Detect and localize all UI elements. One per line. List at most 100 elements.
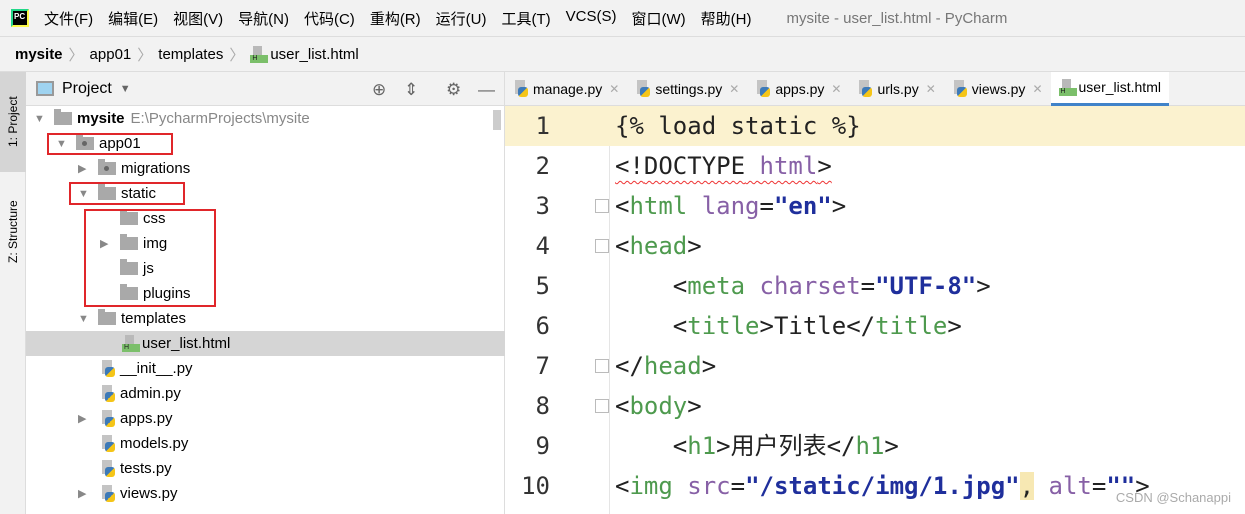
tree-item[interactable]: ▶ migrations: [26, 156, 505, 181]
project-tool-tab-label: 1: Project: [6, 96, 20, 148]
code-line[interactable]: 5 <meta charset="UTF-8">: [505, 266, 1245, 306]
close-icon[interactable]: ✕: [926, 82, 936, 96]
tree-scrollbar[interactable]: [493, 110, 501, 130]
code-line[interactable]: 8 <body>: [505, 386, 1245, 426]
tree-item-content: tests.py: [100, 460, 172, 477]
expanded-arrow-icon[interactable]: ▼: [34, 113, 45, 125]
highlight-box-static-children: [84, 209, 216, 307]
fold-marker-icon[interactable]: [595, 239, 609, 253]
code-line[interactable]: 9 <h1>用户列表</h1>: [505, 426, 1245, 466]
menu-item[interactable]: 代码(C): [304, 8, 355, 29]
editor-tab[interactable]: apps.py ✕: [747, 72, 849, 106]
tree-item-label: __init__.py: [120, 360, 193, 377]
menu-item[interactable]: 帮助(H): [701, 8, 752, 29]
tree-item[interactable]: models.py: [26, 431, 505, 456]
editor-tab-label: settings.py: [655, 80, 723, 97]
expanded-arrow-icon[interactable]: ▼: [78, 313, 89, 325]
pycharm-logo-icon: PC: [11, 9, 29, 27]
code-line[interactable]: 4 <head>: [505, 226, 1245, 266]
menu-item[interactable]: VCS(S): [566, 8, 617, 29]
menu-item[interactable]: 工具(T): [501, 8, 550, 29]
editor-tab[interactable]: user_list.html: [1050, 71, 1169, 106]
menu-item[interactable]: 导航(N): [238, 8, 289, 29]
project-icon: [36, 81, 54, 96]
code-text: <title>Title</title>: [672, 312, 962, 340]
title-bar: PC 文件(F) 编辑(E) 视图(V) 导航(N) 代码(C) 重构(R) 运行(U) 工具…: [0, 0, 1245, 36]
tree-item-content: models.py: [100, 435, 188, 452]
project-tool-tab[interactable]: 1: Project: [0, 72, 26, 172]
tree-item-content: mysite E:\PycharmProjects\mysite: [54, 109, 310, 127]
breadcrumb-app01[interactable]: app01: [90, 46, 132, 63]
locate-icon[interactable]: ⊕: [372, 80, 386, 100]
project-view-selector[interactable]: Project: [62, 80, 112, 98]
menu-bar: 文件(F) 编辑(E) 视图(V) 导航(N) 代码(C) 重构(R) 运行(U) 工具(T)…: [44, 8, 766, 29]
project-panel-header: Project ▼ ⊕ ⇕ ⚙ —: [26, 72, 504, 106]
editor: manage.py ✕ settings.py ✕ apps.py ✕ urls.py ✕ vi…: [505, 71, 1245, 514]
editor-tab-label: urls.py: [877, 80, 919, 97]
editor-tab-label: user_list.html: [1078, 79, 1161, 95]
line-number: 3: [535, 192, 550, 220]
collapsed-arrow-icon[interactable]: ▶: [78, 162, 86, 175]
window-title: mysite - user_list.html - PyCharm: [786, 9, 1008, 27]
minimize-icon[interactable]: —: [478, 80, 495, 100]
code-line[interactable]: 6 <title>Title</title>: [505, 306, 1245, 346]
structure-tool-tab[interactable]: Z: Structure: [0, 182, 26, 282]
close-icon[interactable]: ✕: [831, 82, 841, 96]
menu-item[interactable]: 重构(R): [370, 8, 421, 29]
editor-tab-label: manage.py: [533, 80, 603, 97]
tree-item[interactable]: __init__.py: [26, 356, 505, 381]
tree-item[interactable]: tests.py: [26, 456, 505, 481]
line-number: 10: [521, 472, 550, 500]
fold-marker-icon[interactable]: [595, 199, 609, 213]
fold-marker-icon[interactable]: [595, 399, 609, 413]
tree-item-label: apps.py: [120, 410, 173, 427]
folder-icon: [98, 309, 116, 325]
highlight-box-static: [69, 182, 185, 205]
tree-item[interactable]: user_list.html: [26, 331, 505, 356]
code-line[interactable]: 1 {% load static %}: [505, 106, 1245, 146]
tree-item[interactable]: ▶ views.py: [26, 481, 505, 506]
breadcrumb-templates[interactable]: templates: [158, 46, 223, 63]
close-icon[interactable]: ✕: [1032, 82, 1042, 96]
editor-tab[interactable]: settings.py ✕: [627, 72, 747, 106]
menu-item[interactable]: 视图(V): [173, 8, 223, 29]
menu-item[interactable]: 运行(U): [436, 8, 487, 29]
code-line[interactable]: 3 <html lang="en">: [505, 186, 1245, 226]
code-line[interactable]: 7 </head>: [505, 346, 1245, 386]
editor-tab[interactable]: urls.py ✕: [849, 72, 943, 106]
breadcrumb-mysite[interactable]: mysite: [15, 46, 63, 63]
code-text: </head>: [615, 352, 717, 380]
gear-icon[interactable]: ⚙: [446, 80, 461, 100]
left-tool-strip: 1: Project Z: Structure: [0, 72, 26, 514]
menu-item[interactable]: 文件(F): [44, 8, 93, 29]
tree-item-label: migrations: [121, 160, 191, 177]
collapsed-arrow-icon[interactable]: ▶: [78, 487, 86, 500]
python-file-icon: [952, 80, 968, 97]
module-folder-icon: [98, 159, 116, 175]
tree-item[interactable]: ▼ mysite E:\PycharmProjects\mysite: [26, 106, 505, 131]
collapse-icon[interactable]: ⇕: [404, 80, 418, 100]
python-file-icon: [100, 410, 116, 427]
tree-item[interactable]: ▼ templates: [26, 306, 505, 331]
close-icon[interactable]: ✕: [729, 82, 739, 96]
tree-item-label: user_list.html: [142, 335, 231, 352]
code-line[interactable]: 2 <!DOCTYPE html>: [505, 146, 1245, 186]
editor-tab[interactable]: views.py ✕: [944, 72, 1051, 106]
collapsed-arrow-icon[interactable]: ▶: [78, 412, 86, 425]
tree-item-label: templates: [121, 310, 187, 327]
breadcrumb-file[interactable]: user_list.html: [270, 46, 358, 63]
menu-item[interactable]: 窗口(W): [631, 8, 685, 29]
python-file-icon: [857, 80, 873, 97]
tree-item[interactable]: ▶ apps.py: [26, 406, 505, 431]
tree-item-label: models.py: [120, 435, 189, 452]
html-file-icon: [250, 45, 269, 63]
close-icon[interactable]: ✕: [609, 82, 619, 96]
python-file-icon: [513, 80, 529, 97]
chevron-down-icon[interactable]: ▼: [120, 83, 131, 95]
python-file-icon: [635, 80, 651, 97]
fold-marker-icon[interactable]: [595, 359, 609, 373]
editor-tab[interactable]: manage.py ✕: [505, 72, 627, 106]
python-file-icon: [100, 360, 116, 377]
menu-item[interactable]: 编辑(E): [108, 8, 158, 29]
tree-item[interactable]: admin.py: [26, 381, 505, 406]
